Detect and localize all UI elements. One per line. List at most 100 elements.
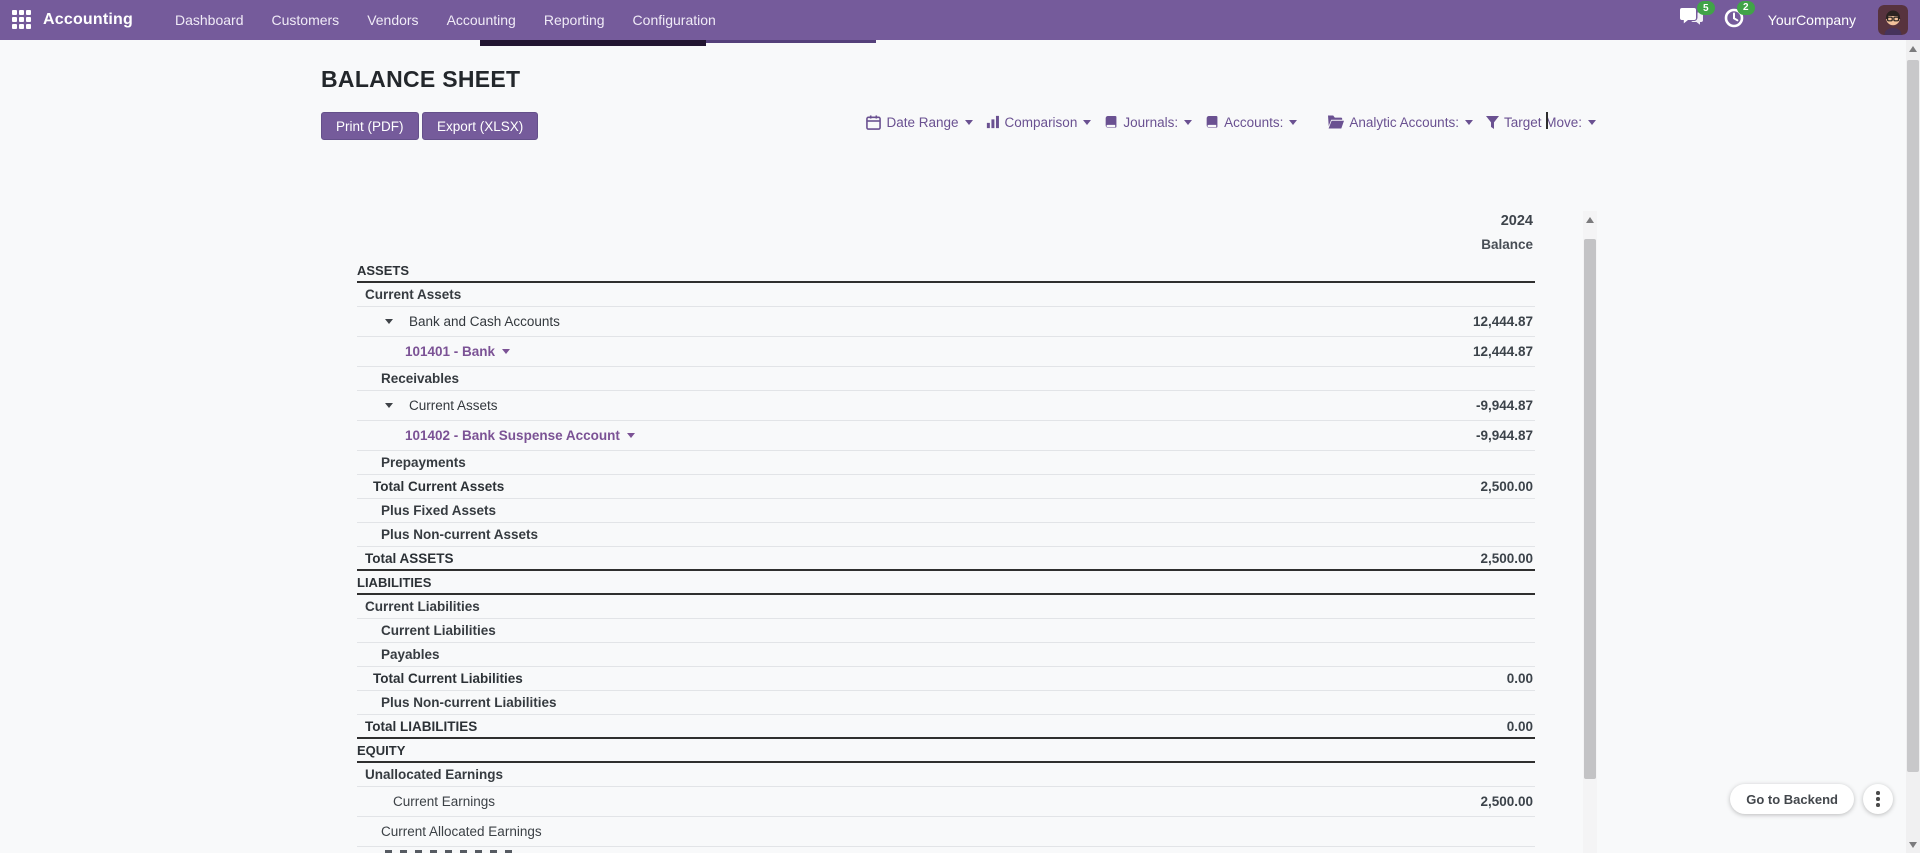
caret-down-icon[interactable]: [385, 403, 393, 408]
table-row: Current Liabilities: [357, 619, 1535, 643]
scroll-up-arrow-icon[interactable]: [1586, 217, 1594, 223]
filter-label: Date Range: [886, 114, 959, 130]
row-label: Current Allocated Earnings: [381, 824, 542, 839]
activities-button[interactable]: 2: [1724, 0, 1755, 33]
table-row[interactable]: Current Assets -9,944.87: [357, 391, 1535, 421]
window-scroll-down-arrow-icon[interactable]: [1909, 842, 1917, 848]
company-menu[interactable]: YourCompany: [1768, 12, 1856, 28]
menu-item-reporting[interactable]: Reporting: [530, 0, 619, 40]
balance-value: 12,444.87: [1472, 344, 1533, 359]
odoo-accounting-app: Accounting Dashboard Customers Vendors Acco…: [0, 0, 1920, 853]
print-pdf-button[interactable]: Print (PDF): [321, 112, 419, 140]
backend-more-options-button[interactable]: [1863, 784, 1893, 814]
menu-item-dashboard[interactable]: Dashboard: [161, 0, 258, 40]
filter-accounts[interactable]: Accounts:: [1205, 115, 1298, 130]
export-xlsx-button[interactable]: Export (XLSX): [422, 112, 539, 140]
filter-target-move[interactable]: Target Move:: [1485, 114, 1596, 130]
table-row: Prepayments: [357, 451, 1535, 475]
row-label: Prepayments: [381, 455, 466, 470]
table-row: ASSETS: [357, 259, 1535, 283]
table-row: Payables: [357, 643, 1535, 667]
report-scrollbar[interactable]: [1583, 211, 1597, 853]
calendar-icon: [866, 114, 882, 130]
table-row: EQUITY: [357, 739, 1535, 763]
row-label: Total LIABILITIES: [365, 718, 478, 734]
menu-item-accounting[interactable]: Accounting: [433, 0, 530, 40]
column-header-year: 2024: [1500, 213, 1533, 229]
page-title: BALANCE SHEET: [321, 66, 521, 92]
row-label: Unallocated Earnings: [365, 767, 504, 782]
caret-down-icon[interactable]: [502, 349, 511, 354]
menu-item-customers[interactable]: Customers: [258, 0, 354, 40]
filter-label: Analytic Accounts:: [1349, 114, 1459, 130]
account-link[interactable]: 101401 - Bank: [405, 344, 495, 359]
table-row: Total ASSETS 2,500.00: [357, 547, 1535, 571]
caret-down-icon[interactable]: [385, 319, 393, 324]
window-scroll-up-arrow-icon[interactable]: [1909, 46, 1917, 52]
table-row: Current Liabilities: [357, 595, 1535, 619]
table-header: 2024 Balance: [357, 210, 1535, 259]
dots-vertical-icon: [1876, 791, 1880, 795]
book-icon: [1104, 115, 1118, 130]
table-row[interactable]: 101401 - Bank 12,444.87: [357, 337, 1535, 367]
chevron-down-icon: [964, 119, 973, 125]
row-label: Total Current Assets: [373, 479, 505, 494]
row-label[interactable]: Bank and Cash Accounts: [409, 314, 560, 329]
row-label: Plus Fixed Assets: [381, 503, 497, 518]
row-label: Current Liabilities: [381, 623, 496, 638]
chevron-down-icon: [1083, 119, 1092, 125]
table-row[interactable]: 101402 - Bank Suspense Account -9,944.87: [357, 421, 1535, 451]
filter-comparison[interactable]: Comparison: [986, 115, 1092, 130]
table-row[interactable]: Bank and Cash Accounts 12,444.87: [357, 307, 1535, 337]
filter-date-range[interactable]: Date Range: [866, 114, 973, 130]
balance-value: 0.00: [1506, 671, 1533, 686]
caret-down-icon[interactable]: [626, 433, 635, 438]
row-label: Total Current Liabilities: [373, 671, 523, 686]
table-row: LIABILITIES: [357, 571, 1535, 595]
chevron-down-icon: [1588, 119, 1596, 125]
balance-value: 2,500.00: [1480, 550, 1533, 566]
window-scrollbar[interactable]: [1906, 40, 1920, 853]
menu-item-vendors[interactable]: Vendors: [353, 0, 432, 40]
balance-value: 0.00: [1506, 718, 1533, 734]
row-label: Current Assets: [365, 287, 462, 302]
user-avatar[interactable]: [1878, 5, 1908, 35]
filter-journals[interactable]: Journals:: [1104, 115, 1193, 130]
top-navbar: Accounting Dashboard Customers Vendors Acco…: [0, 0, 1920, 40]
table-row: Total LIABILITIES 0.00: [357, 715, 1535, 739]
report-filter-toolbar: Date Range Comparison Journals: Accounts: An…: [853, 109, 1596, 135]
table-row: Plus Non-current Assets: [357, 523, 1535, 547]
navbar-shadow-artifact-thin: [706, 40, 876, 43]
table-row: Current Allocated Earnings: [357, 817, 1535, 847]
filter-icon: [1485, 115, 1499, 129]
bar-chart-icon: [986, 115, 1000, 129]
table-row: Current Earnings 2,500.00: [357, 787, 1535, 817]
filter-label: Target Move:: [1503, 114, 1582, 130]
navbar-shadow-artifact: [480, 40, 706, 46]
menu-item-configuration[interactable]: Configuration: [619, 0, 730, 40]
chevron-down-icon: [1289, 119, 1298, 125]
table-body: ASSETS Current Assets Bank and Cash Accoun…: [357, 259, 1535, 853]
row-label: Current Earnings: [393, 794, 496, 809]
balance-value: 12,444.87: [1472, 314, 1533, 329]
text-cursor-artifact: [1546, 112, 1548, 129]
filter-label: Comparison: [1004, 114, 1078, 130]
balance-sheet-table: 2024 Balance ASSETS Current Assets Bank an…: [357, 210, 1535, 853]
window-scrollbar-thumb[interactable]: [1907, 60, 1919, 772]
row-label: Plus Non-current Liabilities: [381, 695, 557, 710]
main-menu-bar: Dashboard Customers Vendors Accounting Repor…: [161, 0, 730, 40]
account-link[interactable]: 101402 - Bank Suspense Account: [405, 428, 620, 443]
messages-button[interactable]: 5: [1679, 1, 1715, 32]
row-label: Payables: [381, 647, 440, 662]
apps-grid-icon[interactable]: [12, 10, 32, 30]
table-row: Current Assets: [357, 283, 1535, 307]
go-to-backend-button[interactable]: Go to Backend: [1730, 784, 1854, 814]
messages-badge: 5: [1696, 1, 1715, 15]
balance-value: 2,500.00: [1480, 794, 1533, 809]
app-brand-title[interactable]: Accounting: [43, 11, 133, 29]
chevron-down-icon: [1184, 119, 1193, 125]
filter-analytic-accounts[interactable]: Analytic Accounts:: [1327, 115, 1473, 130]
report-scrollbar-thumb[interactable]: [1584, 239, 1596, 779]
row-label: LIABILITIES: [357, 574, 432, 590]
row-label[interactable]: Current Assets: [409, 398, 498, 413]
